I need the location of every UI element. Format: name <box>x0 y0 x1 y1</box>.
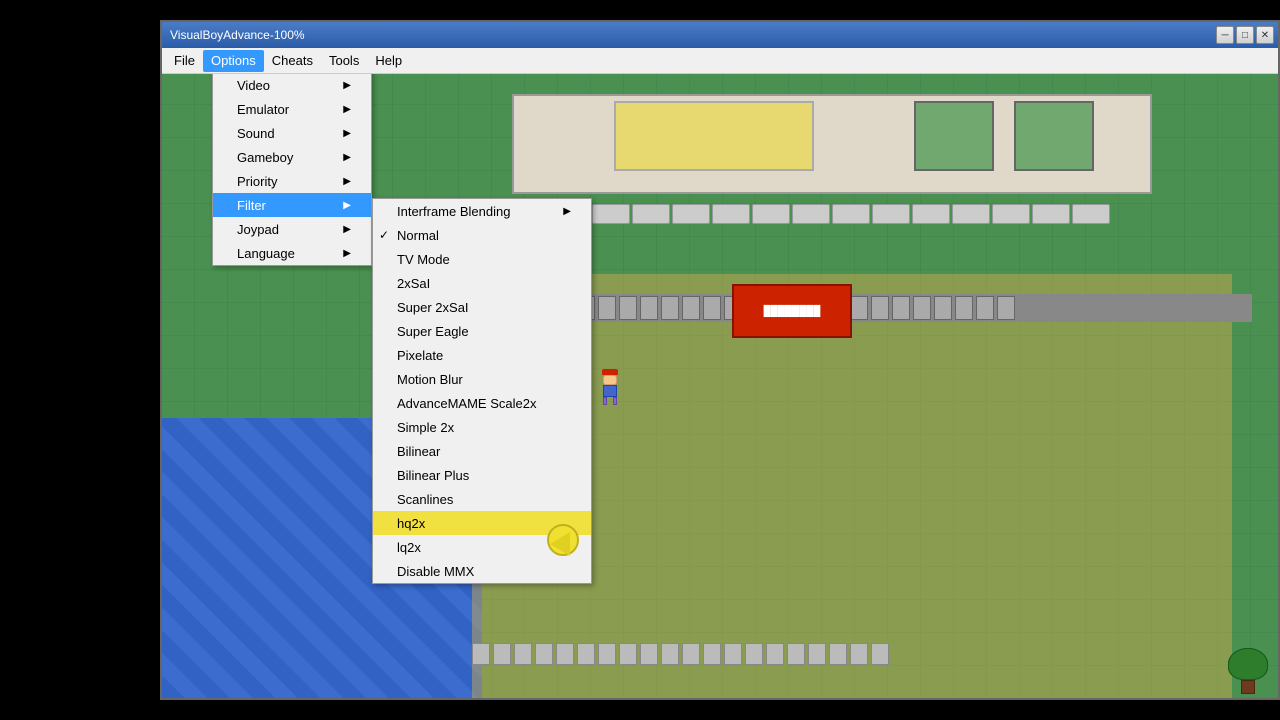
filter-submenu[interactable]: Interframe Blending ▶ ✓ Normal TV Mode 2… <box>372 198 592 584</box>
menu-joypad[interactable]: Joypad ▶ <box>213 217 371 241</box>
game-sign: ████████ <box>732 284 852 338</box>
main-window: VisualBoyAdvance-100% ─ □ ✕ File Options… <box>160 20 1280 700</box>
arrow-icon: ▶ <box>343 80 351 91</box>
game-background: ████████ <box>162 74 1278 698</box>
check-icon: ✓ <box>379 228 389 242</box>
filter-scanlines[interactable]: Scanlines <box>373 487 591 511</box>
menu-language[interactable]: Language ▶ <box>213 241 371 265</box>
menu-priority[interactable]: Priority ▶ <box>213 169 371 193</box>
game-area: ████████ <box>162 74 1278 698</box>
railroad-tracks <box>552 294 1252 322</box>
arrow-icon: ▶ <box>563 206 571 217</box>
filter-lq2x[interactable]: lq2x <box>373 535 591 559</box>
arrow-icon: ▶ <box>343 176 351 187</box>
menu-options[interactable]: Options <box>203 50 264 72</box>
menu-help[interactable]: Help <box>367 50 410 72</box>
menu-cheats[interactable]: Cheats <box>264 50 321 72</box>
filter-interframe[interactable]: Interframe Blending ▶ <box>373 199 591 223</box>
filter-bilinear-plus[interactable]: Bilinear Plus <box>373 463 591 487</box>
filter-bilinear[interactable]: Bilinear <box>373 439 591 463</box>
filter-tv-mode[interactable]: TV Mode <box>373 247 591 271</box>
menu-gameboy[interactable]: Gameboy ▶ <box>213 145 371 169</box>
filter-2xsal[interactable]: 2xSaI <box>373 271 591 295</box>
filter-advancemame[interactable]: AdvanceMAME Scale2x <box>373 391 591 415</box>
menu-bar: File Options Cheats Tools Help <box>162 48 1278 74</box>
filter-normal[interactable]: ✓ Normal <box>373 223 591 247</box>
filter-simple-2x[interactable]: Simple 2x <box>373 415 591 439</box>
fence-area <box>512 204 1152 224</box>
filter-super-2xsal[interactable]: Super 2xSaI <box>373 295 591 319</box>
arrow-icon: ▶ <box>343 128 351 139</box>
building-area <box>512 94 1152 194</box>
menu-filter[interactable]: Filter ▶ <box>213 193 371 217</box>
maximize-button[interactable]: □ <box>1236 26 1254 44</box>
menu-emulator[interactable]: Emulator ▶ <box>213 97 371 121</box>
filter-pixelate[interactable]: Pixelate <box>373 343 591 367</box>
menu-tools[interactable]: Tools <box>321 50 367 72</box>
arrow-icon: ▶ <box>343 248 351 259</box>
arrow-icon: ▶ <box>343 104 351 115</box>
arrow-icon: ▶ <box>343 224 351 235</box>
menu-sound[interactable]: Sound ▶ <box>213 121 371 145</box>
window-controls: ─ □ ✕ <box>1216 26 1274 44</box>
window-title: VisualBoyAdvance-100% <box>170 28 305 42</box>
bottom-fence <box>472 640 1072 668</box>
menu-video[interactable]: Video ▶ <box>213 74 371 97</box>
filter-super-eagle[interactable]: Super Eagle <box>373 319 591 343</box>
arrow-icon: ▶ <box>343 200 351 211</box>
menu-file[interactable]: File <box>166 50 203 72</box>
close-button[interactable]: ✕ <box>1256 26 1274 44</box>
filter-disable-mmx[interactable]: Disable MMX <box>373 559 591 583</box>
options-dropdown[interactable]: Frame skip ▶ Video ▶ Emulator ▶ Sound ▶ <box>212 74 372 266</box>
filter-motion-blur[interactable]: Motion Blur <box>373 367 591 391</box>
title-bar: VisualBoyAdvance-100% ─ □ ✕ <box>162 22 1278 48</box>
arrow-icon: ▶ <box>343 152 351 163</box>
filter-hq2x[interactable]: hq2x <box>373 511 591 535</box>
minimize-button[interactable]: ─ <box>1216 26 1234 44</box>
player-character <box>602 369 618 405</box>
